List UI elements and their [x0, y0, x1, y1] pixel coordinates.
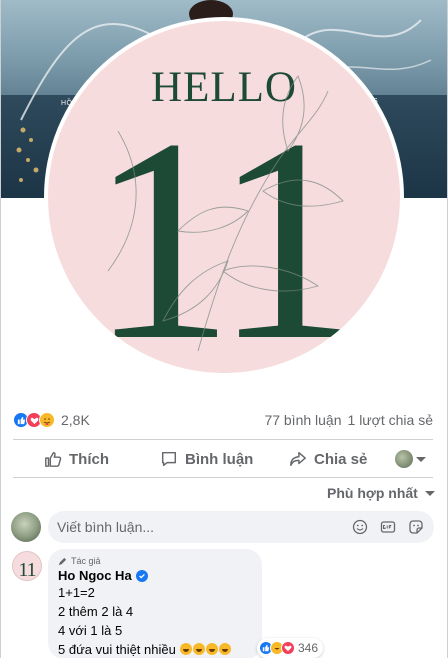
post-reaction-summary: 2,8K 77 bình luận 1 lượt chia sẻ [13, 410, 433, 430]
author-badge-label: Tác giả [71, 556, 101, 566]
profile-avatar-ring: HELLO 11 [44, 17, 404, 377]
reaction-count[interactable]: 2,8K [61, 412, 90, 428]
comment-line: 1+1=2 [58, 585, 95, 600]
share-icon [290, 451, 306, 467]
comment-author-name[interactable]: Ho Ngoc Ha [58, 568, 132, 583]
comment-input-placeholder: Viết bình luận... [57, 519, 155, 535]
comment-last-line: 5 đứa vui thiệt nhiều [58, 640, 252, 658]
post-action-bar: Thích Bình luận Chia sẻ [13, 442, 433, 476]
comment-composer: Viết bình luận... [11, 511, 435, 543]
comment-reaction-count: 346 [298, 641, 319, 655]
comment-author-avatar[interactable]: 11 [12, 551, 42, 581]
share-button[interactable]: Chia sẻ [289, 450, 367, 468]
love-icon [281, 641, 295, 655]
artwork-number: 11 [89, 79, 348, 373]
gif-icon[interactable] [380, 519, 396, 535]
divider-bottom [13, 477, 433, 478]
comment-as-selector[interactable] [395, 450, 426, 468]
laughing-emoji-icon [180, 643, 193, 655]
comment-author: Ho Ngoc Ha [58, 568, 252, 583]
like-button[interactable]: Thích [44, 450, 109, 468]
verified-icon [135, 569, 148, 582]
comment-reactions[interactable]: 346 [257, 638, 324, 658]
comment-sort-dropdown[interactable]: Phù hợp nhất [327, 485, 435, 501]
comment-count[interactable]: 77 bình luận [264, 412, 341, 428]
comment-line: 5 đứa vui thiệt nhiều [58, 642, 176, 657]
author-badge: Tác giả [58, 556, 252, 566]
share-count[interactable]: 1 lượt chia sẻ [348, 412, 433, 428]
share-button-label: Chia sẻ [314, 450, 368, 468]
comment-input[interactable]: Viết bình luận... [48, 511, 434, 543]
comment-button-label: Bình luận [185, 450, 254, 468]
comment-icon [161, 451, 177, 467]
comment-line: 4 với 1 là 5 [58, 623, 123, 638]
comment-button[interactable]: Bình luận [160, 450, 253, 468]
comment-line: 2 thêm 2 là 4 [58, 604, 134, 619]
sort-label: Phù hợp nhất [327, 485, 418, 501]
pen-icon [58, 557, 67, 565]
comment-avatar-number: 11 [18, 559, 35, 581]
laughing-emoji-icon [193, 643, 206, 655]
profile-avatar[interactable]: HELLO 11 [48, 21, 400, 373]
chevron-down-icon [424, 490, 435, 496]
care-icon [39, 412, 55, 428]
like-button-label: Thích [69, 450, 109, 468]
divider-top [13, 439, 433, 440]
avatar [395, 450, 413, 468]
sticker-icon[interactable] [408, 519, 424, 535]
avatar-artwork: HELLO 11 [89, 64, 358, 373]
reaction-icons[interactable] [13, 412, 55, 428]
chevron-down-icon [416, 456, 426, 462]
thumbs-up-icon [45, 451, 62, 467]
post-frame: HỒ S HELLO 11 [0, 0, 448, 658]
laughing-emoji-icon [206, 643, 219, 655]
current-user-avatar[interactable] [11, 512, 41, 542]
emoji-icon[interactable] [352, 519, 368, 535]
comment-bubble: Tác giả Ho Ngoc Ha 1+1=2 2 thêm 2 là 4 4… [48, 549, 262, 658]
laughing-emoji-icon [219, 643, 232, 655]
